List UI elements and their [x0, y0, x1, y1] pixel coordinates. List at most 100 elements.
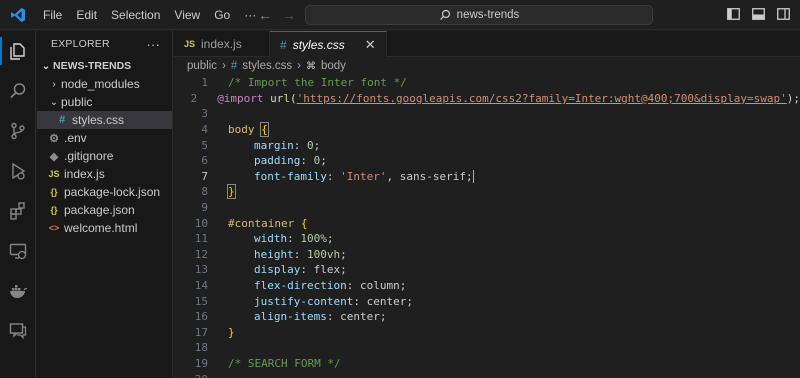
explorer-icon[interactable]	[0, 31, 36, 71]
chevron-right-icon: ›	[52, 78, 56, 90]
line-number: 1	[201, 76, 208, 90]
code-brace: {	[300, 216, 308, 230]
code-brace: }	[228, 325, 235, 339]
menu-edit[interactable]: Edit	[69, 0, 104, 30]
js-file-icon: JS	[184, 39, 196, 49]
menu-selection[interactable]: Selection	[104, 0, 167, 30]
tab-styles-css[interactable]: # styles.css ✕	[270, 31, 387, 57]
line-number: 20	[174, 373, 208, 378]
code-editor[interactable]: 1 /* Import the Inter font */ 2 @import ur…	[174, 75, 800, 378]
tree-item-label: package.json	[64, 203, 135, 217]
breadcrumb-folder[interactable]: public	[187, 60, 217, 72]
code-line: 13 display: flex;	[174, 262, 800, 278]
tree-item-node-modules[interactable]: › node_modules	[37, 75, 172, 93]
workspace-root-folder[interactable]: ⌄ NEWS-TRENDS	[37, 57, 172, 75]
back-arrow-icon[interactable]: ←	[258, 7, 272, 23]
code-line: 5 margin: 0;	[174, 137, 800, 153]
remote-explorer-icon[interactable]	[0, 231, 36, 271]
run-debug-icon[interactable]	[0, 151, 36, 191]
activity-bar	[0, 31, 36, 378]
editor-tabs: JS index.js # styles.css ✕	[174, 31, 800, 57]
line-number: 15	[194, 294, 208, 308]
tree-item-styles-css[interactable]: # styles.css	[37, 111, 172, 129]
line-number: 9	[201, 201, 208, 215]
line-number: 18	[194, 341, 208, 355]
line-number: 8	[201, 185, 208, 199]
source-control-icon[interactable]	[0, 111, 36, 151]
breadcrumb-file[interactable]: styles.css	[242, 60, 292, 72]
code-string: 'https://fonts.googleapis.com/css2?famil…	[296, 91, 787, 105]
line-number: 4	[201, 123, 208, 137]
js-file-icon: JS	[48, 169, 60, 179]
code-property: padding	[254, 154, 301, 168]
line-number: 6	[201, 154, 208, 168]
code-value: flex	[313, 263, 341, 277]
menu-view[interactable]: View	[167, 0, 207, 30]
docker-icon[interactable]	[0, 271, 36, 311]
code-at-rule: @import	[217, 91, 264, 105]
line-number: 16	[194, 310, 208, 324]
tree-item-label: styles.css	[72, 113, 125, 127]
toggle-secondary-sidebar-icon[interactable]	[777, 7, 790, 23]
toggle-panel-icon[interactable]	[752, 7, 765, 23]
code-line: 15 justify-content: center;	[174, 293, 800, 309]
code-value: center	[340, 310, 380, 324]
tree-item-env[interactable]: ⚙ .env	[37, 129, 172, 147]
text-cursor	[472, 170, 474, 184]
tree-item-welcome-html[interactable]: <> welcome.html	[37, 219, 172, 237]
code-line: 3	[174, 106, 800, 122]
code-line: 18	[174, 340, 800, 356]
code-value: , sans-serif;	[386, 169, 473, 183]
code-line: 8}	[174, 184, 800, 200]
tree-item-package-lock-json[interactable]: {} package-lock.json	[37, 183, 172, 201]
code-value: center	[366, 294, 407, 308]
git-file-icon: ◆	[49, 150, 59, 163]
menu-bar: File Edit Selection View Go ···	[36, 0, 263, 30]
tab-index-js[interactable]: JS index.js	[174, 31, 270, 57]
line-number: 10	[194, 216, 208, 230]
tree-item-label: node_modules	[61, 77, 140, 91]
vscode-logo-icon[interactable]	[0, 0, 36, 30]
tree-item-label: welcome.html	[64, 221, 138, 235]
command-center-search[interactable]: news-trends	[305, 5, 653, 25]
code-comment: /* SEARCH FORM */	[228, 356, 341, 370]
menu-file[interactable]: File	[36, 0, 69, 30]
forward-arrow-icon[interactable]: →	[282, 7, 296, 23]
code-comment: /* Import the Inter font */	[228, 76, 407, 90]
code-line: 16 align-items: center;	[174, 309, 800, 325]
extensions-icon[interactable]	[0, 191, 36, 231]
close-icon[interactable]: ✕	[365, 37, 376, 53]
code-property: align-items	[254, 310, 327, 324]
line-number: 13	[194, 263, 208, 277]
code-line: 2 @import url('https://fonts.googleapis.c…	[174, 91, 800, 107]
code-line: 14 flex-direction: column;	[174, 278, 800, 294]
tree-item-label: .env	[64, 131, 87, 145]
tree-item-gitignore[interactable]: ◆ .gitignore	[37, 147, 172, 165]
code-property: width	[254, 232, 288, 246]
code-selector: body	[228, 123, 255, 137]
toggle-primary-sidebar-icon[interactable]	[727, 7, 740, 23]
tree-item-label: index.js	[64, 167, 105, 181]
code-brace: {	[260, 122, 269, 138]
chevron-right-icon: ›	[222, 60, 226, 72]
comments-icon[interactable]	[0, 311, 36, 351]
menu-go[interactable]: Go	[207, 0, 237, 30]
code-property: font-family	[254, 169, 327, 183]
tree-item-package-json[interactable]: {} package.json	[37, 201, 172, 219]
tree-item-index-js[interactable]: JS index.js	[37, 165, 172, 183]
tree-item-label: public	[61, 95, 93, 109]
explorer-more-actions-icon[interactable]: ···	[146, 37, 160, 52]
code-value: column	[359, 279, 400, 293]
tree-item-public[interactable]: ⌄ public	[37, 93, 172, 111]
command-center-label: news-trends	[456, 9, 520, 21]
breadcrumb-symbol[interactable]: body	[321, 60, 346, 72]
explorer-sidebar: EXPLORER ··· ⌄ NEWS-TRENDS › node_module…	[37, 31, 173, 378]
line-number: 17	[194, 325, 208, 339]
code-number: 100vh	[307, 247, 341, 261]
html-file-icon: <>	[48, 223, 60, 233]
search-icon[interactable]	[0, 71, 36, 111]
search-icon	[439, 9, 450, 20]
json-file-icon: {}	[50, 205, 58, 215]
code-line: 7 font-family: 'Inter', sans-serif;	[174, 169, 800, 185]
code-line: 6 padding: 0;	[174, 153, 800, 169]
